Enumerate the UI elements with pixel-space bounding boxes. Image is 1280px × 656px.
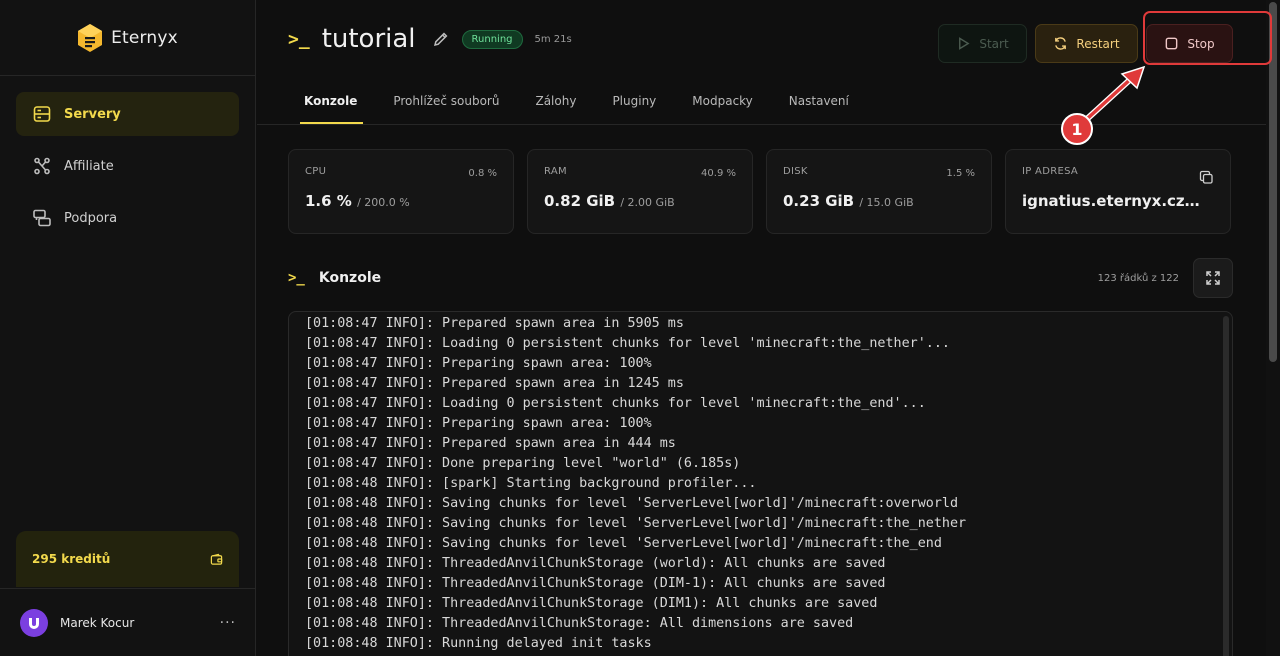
stat-sub-value: / 200.0 % [357, 196, 410, 209]
console-line: [01:08:47 INFO]: Prepared spawn area in … [305, 436, 676, 451]
sidebar-item-podpora[interactable]: Podpora [16, 196, 239, 240]
console-line: [01:08:48 INFO]: Saving chunks for level… [305, 536, 942, 551]
stat-card-cpu: CPU 0.8 % 1.6 % / 200.0 % [288, 149, 514, 234]
tab-prohlizec-souboru[interactable]: Prohlížeč souborů [375, 86, 517, 124]
edit-pencil-icon[interactable] [432, 30, 450, 48]
stat-label: IP ADRESA [1022, 166, 1079, 177]
eternyx-logo-icon [78, 23, 103, 52]
console-line: [01:08:48 INFO]: [spark] Starting backgr… [305, 476, 757, 491]
stat-card-ram: RAM 40.9 % 0.82 GiB / 2.00 GiB [527, 149, 753, 234]
terminal-prompt-icon: >_ [288, 270, 305, 286]
avatar [20, 608, 48, 637]
console-title: Konzole [318, 270, 382, 286]
terminal-prompt-icon: >_ [288, 28, 310, 50]
tab-zalohy[interactable]: Zálohy [517, 86, 594, 124]
user-name: Marek Kocur [60, 615, 135, 630]
more-icon[interactable]: ··· [220, 615, 236, 631]
line-count: 123 řádků z 122 [1097, 272, 1179, 284]
stat-percent: 40.9 % [701, 168, 736, 179]
console-line: [01:08:47 INFO]: Preparing spawn area: 1… [305, 356, 652, 371]
chat-icon [33, 209, 51, 227]
sidebar-item-label: Podpora [64, 210, 118, 226]
stat-main-value: 0.23 GiB [783, 192, 855, 210]
sidebar: Eternyx Servery Affiliate Podpora 295 kr… [0, 0, 256, 656]
restart-button[interactable]: Restart [1035, 24, 1138, 63]
stat-sub-value: / 2.00 GiB [620, 196, 675, 209]
console-line: [01:08:47 INFO]: Done preparing level "w… [305, 456, 741, 471]
stat-percent: 0.8 % [468, 168, 497, 179]
stat-card-disk: DISK 1.5 % 0.23 GiB / 15.0 GiB [766, 149, 992, 234]
annotation-step-badge: 1 [1061, 113, 1093, 145]
credits-card[interactable]: 295 kreditů [16, 531, 239, 587]
console-line: [01:08:48 INFO]: ThreadedAnvilChunkStora… [305, 596, 878, 611]
console-line: [01:08:47 INFO]: Loading 0 persistent ch… [305, 396, 926, 411]
ip-address[interactable]: ignatius.eternyx.cz… [1022, 192, 1214, 210]
console-line: [01:08:48 INFO]: Running delayed init ta… [305, 636, 652, 651]
tab-nastaveni[interactable]: Nastavení [771, 86, 867, 124]
stat-value: 0.82 GiB / 2.00 GiB [544, 192, 736, 210]
expand-icon [1206, 271, 1220, 285]
console-line: [01:08:47 INFO]: Prepared spawn area in … [305, 376, 684, 391]
console-line: [01:08:47 INFO]: Loading 0 persistent ch… [305, 336, 950, 351]
console-header: >_ Konzole 123 řádků z 122 [288, 258, 1233, 298]
copy-icon[interactable] [1199, 170, 1214, 185]
annotation-highlight-box [1143, 11, 1272, 65]
server-icon [33, 106, 51, 122]
start-label: Start [979, 36, 1009, 51]
sidebar-nav: Servery Affiliate Podpora [0, 76, 255, 240]
play-icon [959, 37, 970, 50]
tab-pluginy[interactable]: Pluginy [594, 86, 674, 124]
page-scrollbar[interactable] [1266, 0, 1280, 656]
sidebar-item-affiliate[interactable]: Affiliate [16, 144, 239, 188]
fullscreen-button[interactable] [1193, 258, 1233, 298]
wallet-icon [210, 553, 223, 565]
stat-percent: 1.5 % [946, 168, 975, 179]
stat-main-value: 1.6 % [305, 192, 352, 210]
sidebar-item-servery[interactable]: Servery [16, 92, 239, 136]
stat-card-ip: IP ADRESA ignatius.eternyx.cz… [1005, 149, 1231, 234]
console-line: [01:08:48 INFO]: ThreadedAnvilChunkStora… [305, 556, 886, 571]
console-line: [01:08:48 INFO]: Saving chunks for level… [305, 516, 967, 531]
stat-value: 1.6 % / 200.0 % [305, 192, 497, 210]
start-button[interactable]: Start [938, 24, 1027, 63]
brand[interactable]: Eternyx [0, 0, 255, 76]
console-line: [01:08:48 INFO]: Saving chunks for level… [305, 496, 959, 511]
status-badge: Running [461, 29, 523, 49]
console-output[interactable]: [01:08:47 INFO]: Prepared spawn area in … [288, 311, 1233, 656]
console-line: [01:08:47 INFO]: Prepared spawn area in … [305, 316, 684, 331]
stat-value: 0.23 GiB / 15.0 GiB [783, 192, 975, 210]
page-title: tutorial [321, 24, 416, 54]
user-logo-icon [29, 617, 39, 629]
restart-label: Restart [1076, 36, 1120, 51]
sidebar-item-label: Affiliate [64, 158, 114, 174]
tab-konzole[interactable]: Konzole [257, 86, 375, 124]
network-icon [34, 157, 50, 175]
stat-main-value: 0.82 GiB [544, 192, 616, 210]
console-lines: [01:08:47 INFO]: Prepared spawn area in … [305, 314, 1216, 656]
uptime: 5m 21s [534, 33, 572, 45]
console-scrollbar[interactable] [1223, 316, 1229, 656]
user-menu[interactable]: Marek Kocur ··· [0, 588, 256, 656]
credits-label: 295 kreditů [32, 552, 111, 566]
tab-modpacky[interactable]: Modpacky [674, 86, 771, 124]
annotation-arrow-icon [1085, 65, 1146, 121]
console-line: [01:08:48 INFO]: ThreadedAnvilChunkStora… [305, 576, 886, 591]
console-line: [01:08:47 INFO]: Preparing spawn area: 1… [305, 416, 652, 431]
sidebar-item-label: Servery [64, 106, 121, 122]
stat-sub-value: / 15.0 GiB [859, 196, 914, 209]
stats-row: CPU 0.8 % 1.6 % / 200.0 % RAM 40.9 % 0.8… [288, 149, 1231, 234]
brand-name: Eternyx [111, 27, 178, 48]
console-line: [01:08:48 INFO]: ThreadedAnvilChunkStora… [305, 616, 854, 631]
restart-icon [1055, 37, 1067, 50]
